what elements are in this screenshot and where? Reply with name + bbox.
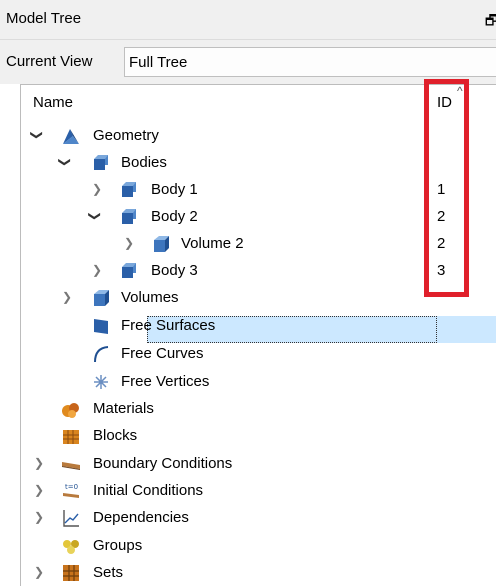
collapse-arrow-icon[interactable]: ❯ [61,290,73,304]
tree-item-label: Materials [93,400,154,417]
tree-item-label: Volume 2 [181,235,244,252]
float-panel-icon[interactable]: 🗗 [485,10,496,34]
tree-item-label: Free Surfaces [121,317,216,334]
current-view-select[interactable]: Full Tree [124,47,496,77]
blocks-icon [63,430,79,444]
tree-item-free-curves[interactable]: Free Curves [21,341,496,368]
panel-title-bar: Model Tree 🗗 [0,0,496,40]
sets-icon [63,565,79,581]
body-icon [122,182,136,197]
tree-item-label: Initial Conditions [93,482,204,499]
surface-icon [94,319,108,334]
tree-item-label: Free Curves [121,345,204,362]
expand-arrow-icon[interactable]: ❯ [88,210,102,222]
tree-item-label: Groups [93,537,143,554]
tree-item-groups[interactable]: Groups [21,533,496,560]
tree-item-free-surfaces[interactable]: Free Surfaces [21,313,496,340]
collapse-arrow-icon[interactable]: ❯ [33,510,45,524]
panel-title: Model Tree [6,10,82,27]
tree-item-blocks[interactable]: Blocks [21,423,496,450]
geometry-icon [63,129,79,144]
tree-item-label: Boundary Conditions [93,455,233,472]
svg-text:t=0: t=0 [65,483,78,491]
body-icon [122,263,136,278]
tree-item-label: Sets [93,564,124,581]
tree-item-label: Body 1 [151,181,198,198]
dependencies-icon [63,510,79,527]
tree-item-materials[interactable]: Materials [21,396,496,423]
collapse-arrow-icon[interactable]: ❯ [123,236,135,250]
tree-item-sets[interactable]: ❯ Sets [21,560,496,586]
body-icon [122,209,136,224]
tree-item-label: Bodies [121,154,167,171]
collapse-arrow-icon[interactable]: ❯ [33,483,45,497]
tree-item-initial-conditions[interactable]: ❯ t=0 Initial Conditions [21,478,496,505]
tree-item-label: Body 2 [151,208,198,225]
volumes-icon [94,290,109,306]
current-view-label: Current View [6,53,93,70]
current-view-row: Current View Full Tree [0,40,496,84]
volume-icon [154,236,169,252]
collapse-arrow-icon[interactable]: ❯ [91,182,103,196]
tree-item-free-vertices[interactable]: Free Vertices [21,369,496,396]
boundary-icon [62,462,80,470]
tree-item-dependencies[interactable]: ❯ Dependencies [21,505,496,532]
id-column-highlight-box [424,79,469,297]
expand-arrow-icon[interactable]: ❯ [30,129,44,141]
materials-icon [62,403,79,418]
collapse-arrow-icon[interactable]: ❯ [33,565,45,579]
tree-item-label: Dependencies [93,509,189,526]
expand-arrow-icon[interactable]: ❯ [58,156,72,168]
column-header-name[interactable]: Name [33,94,73,111]
vertex-icon [94,375,108,389]
tree-item-label: Free Vertices [121,373,210,390]
tree-item-label: Blocks [93,427,138,444]
tree-item-label: Body 3 [151,262,198,279]
collapse-arrow-icon[interactable]: ❯ [33,456,45,470]
tree-item-label: Volumes [121,289,179,306]
collapse-arrow-icon[interactable]: ❯ [91,263,103,277]
curve-icon [94,346,109,363]
initial-conditions-icon: t=0 [63,483,79,498]
bodies-icon [94,155,108,170]
tree-item-label: Geometry [93,127,159,144]
current-view-value: Full Tree [129,54,188,71]
groups-icon [63,540,79,554]
tree-item-boundary-conditions[interactable]: ❯ Boundary Conditions [21,451,496,478]
